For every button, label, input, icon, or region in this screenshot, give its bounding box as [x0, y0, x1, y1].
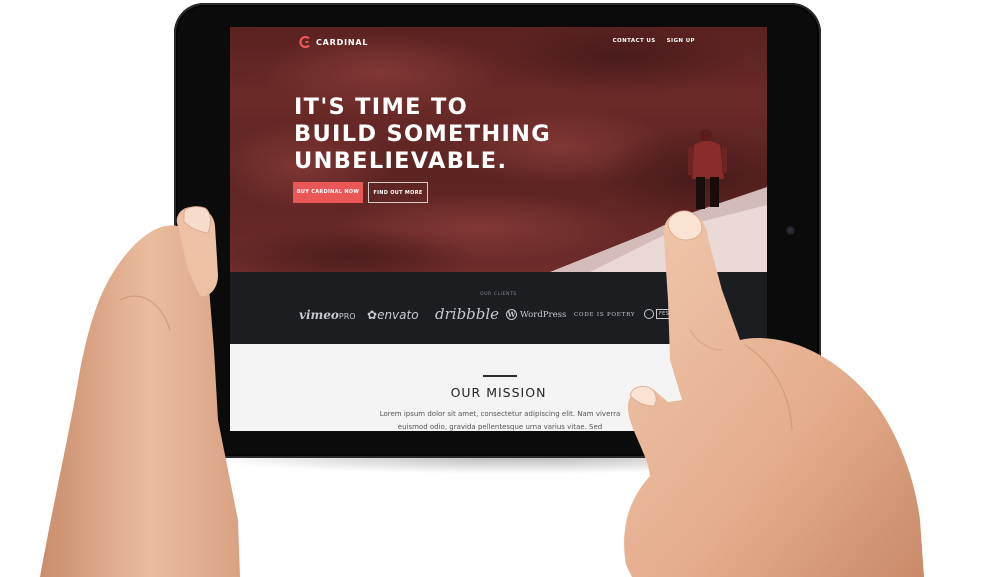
mission-section: OUR MISSION Lorem ipsum dolor sit amet, …	[230, 344, 767, 431]
client-logo-code-is-poetry: CODE IS POETRY	[574, 312, 636, 318]
headline-line-3: UNBELIEVABLE.	[294, 148, 508, 174]
vimeo-pro-suffix: PRO	[338, 312, 356, 321]
clients-section: OUR CLIENTS vimeoPRO ✿envato dribbble W …	[230, 272, 767, 344]
festival-wordmark: FESTIVAL+A	[656, 309, 696, 319]
brand-logo[interactable]: CARDINAL	[299, 36, 368, 48]
wordpress-wordmark: WordPress	[520, 309, 567, 320]
envato-wordmark: envato	[377, 308, 419, 322]
festival-icon	[644, 309, 654, 319]
client-logo-vimeo: vimeoPRO	[299, 308, 356, 322]
client-logo-envato: ✿envato	[367, 308, 419, 322]
headline-line-2: BUILD SOMETHING	[294, 121, 552, 147]
mission-divider	[483, 375, 517, 377]
mission-body-text: Lorem ipsum dolor sit amet, consectetur …	[379, 410, 621, 431]
tablet-camera	[786, 226, 795, 235]
envato-leaf-icon: ✿	[367, 308, 378, 322]
buy-cardinal-button[interactable]: BUY CARDINAL NOW	[293, 182, 363, 203]
clients-label: OUR CLIENTS	[480, 292, 517, 297]
find-out-more-button[interactable]: FIND OUT MORE	[368, 182, 428, 203]
mission-title: OUR MISSION	[450, 385, 547, 400]
client-logo-festival: FESTIVAL+A	[644, 309, 696, 319]
nav-sign-up[interactable]: SIGN UP	[667, 38, 695, 44]
headline-line-1: IT'S TIME TO	[294, 94, 469, 120]
wordpress-icon: W	[506, 309, 517, 320]
client-logo-wordpress: W WordPress	[506, 309, 566, 320]
vimeo-wordmark: vimeo	[299, 308, 339, 322]
hero-headline: IT'S TIME TO BUILD SOMETHING UNBELIEVABL…	[294, 94, 551, 175]
hero-section: CARDINAL CONTACT US SIGN UP IT'S TIME TO…	[230, 27, 767, 272]
nav-contact-us[interactable]: CONTACT US	[613, 38, 656, 44]
tablet-screen: CARDINAL CONTACT US SIGN UP IT'S TIME TO…	[230, 27, 767, 431]
brand-name: CARDINAL	[316, 37, 369, 47]
cardinal-logo-icon	[299, 36, 310, 48]
top-nav: CONTACT US SIGN UP	[613, 38, 695, 44]
client-logo-dribbble: dribbble	[435, 305, 500, 323]
